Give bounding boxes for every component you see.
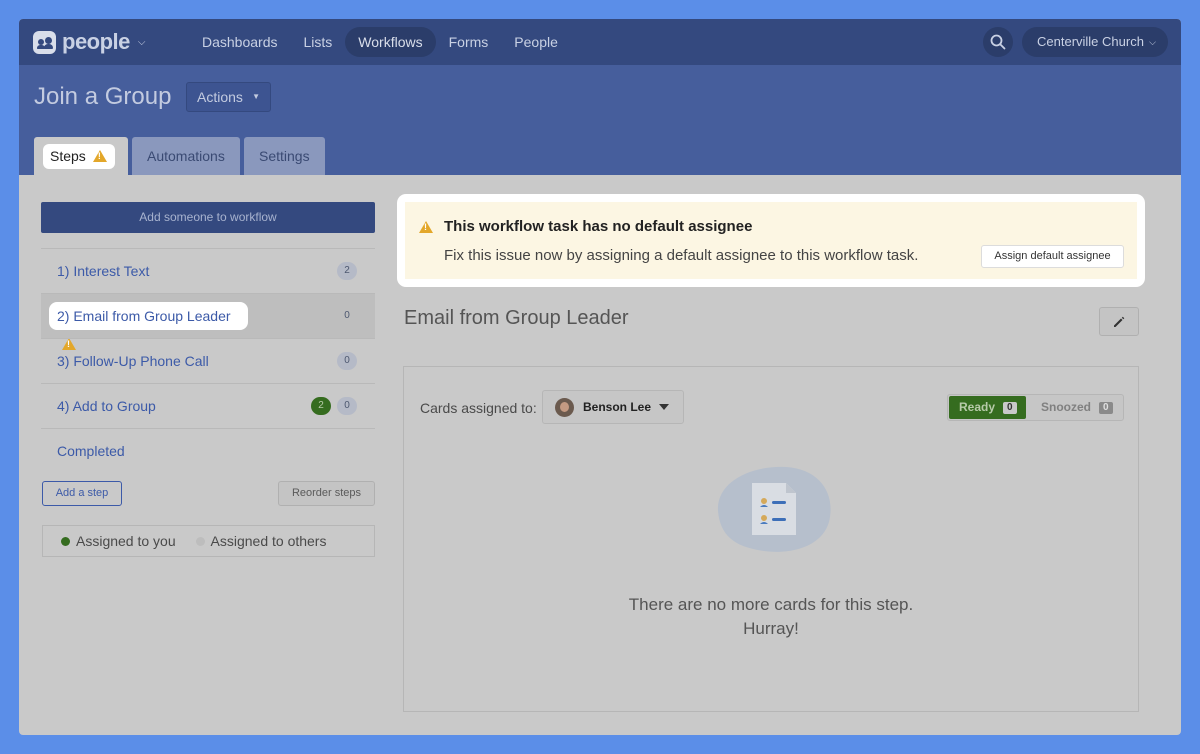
empty-cards-illustration	[717, 466, 831, 552]
empty-state-message: There are no more cards for this step. H…	[404, 593, 1138, 641]
warning-icon	[419, 221, 433, 233]
step-count-badge: 0	[337, 352, 357, 370]
step-label: 4) Add to Group	[57, 398, 156, 414]
empty-line-2: Hurray!	[743, 619, 799, 638]
org-name: Centerville Church	[1037, 34, 1144, 49]
steps-tab-highlight: Steps	[43, 144, 115, 169]
tab-settings[interactable]: Settings	[244, 137, 325, 175]
page-header: Join a Group Actions ▼ Steps Automations…	[19, 65, 1181, 175]
step-item-completed[interactable]: Completed	[41, 428, 375, 473]
add-step-button[interactable]: Add a step	[42, 481, 122, 506]
nav-people[interactable]: People	[501, 27, 571, 57]
actions-dropdown[interactable]: Actions ▼	[186, 82, 271, 112]
assignment-legend: Assigned to you Assigned to others	[42, 525, 375, 557]
ready-count: 0	[1003, 402, 1017, 414]
app-logo[interactable]: people ⌵	[33, 29, 146, 55]
page-title: Join a Group	[34, 83, 172, 110]
assigned-others-dot	[195, 537, 205, 546]
nav-links: Dashboards Lists Workflows Forms People	[189, 27, 571, 57]
step-label: 1) Interest Text	[57, 263, 150, 279]
reorder-steps-button[interactable]: Reorder steps	[278, 481, 375, 506]
ready-label: Ready	[959, 400, 996, 414]
app-window: people ⌵ Dashboards Lists Workflows Form…	[19, 19, 1181, 735]
alert-body: This workflow task has no default assign…	[405, 202, 1137, 279]
nav-dashboards[interactable]: Dashboards	[189, 27, 291, 57]
snoozed-count: 0	[1099, 402, 1113, 414]
step-title: Email from Group Leader	[404, 307, 629, 329]
ready-filter[interactable]: Ready 0	[949, 396, 1026, 419]
actions-label: Actions	[197, 89, 243, 105]
step-item-2[interactable]: 2) Email from Group Leader 0	[41, 293, 375, 350]
add-someone-button[interactable]: Add someone to workflow	[41, 202, 375, 233]
cards-assigned-label: Cards assigned to:	[420, 400, 537, 416]
people-logo-icon	[33, 30, 56, 54]
org-switcher[interactable]: Centerville Church ⌵	[1022, 27, 1168, 57]
snoozed-label: Snoozed	[1041, 400, 1091, 414]
top-nav: people ⌵ Dashboards Lists Workflows Form…	[19, 19, 1181, 65]
nav-lists[interactable]: Lists	[291, 27, 346, 57]
alert-title: This workflow task has no default assign…	[444, 218, 753, 235]
pencil-icon	[1114, 316, 1125, 327]
assignee-select[interactable]: Benson Lee	[542, 390, 684, 424]
assigned-you-dot	[61, 537, 70, 546]
no-assignee-alert: This workflow task has no default assign…	[397, 194, 1145, 287]
step-item-3[interactable]: 3) Follow-Up Phone Call 0	[41, 338, 375, 383]
legend-assigned-others: Assigned to others	[210, 533, 327, 549]
caret-down-icon	[659, 404, 669, 410]
assignee-name: Benson Lee	[583, 400, 652, 414]
search-button[interactable]	[983, 27, 1013, 57]
ready-count-badge: 2	[311, 397, 331, 415]
step-label: Completed	[57, 443, 125, 459]
search-icon	[990, 34, 1006, 50]
avatar	[555, 398, 574, 417]
nav-forms[interactable]: Forms	[436, 27, 502, 57]
selected-step-highlight: 2) Email from Group Leader	[49, 302, 248, 350]
step-item-4[interactable]: 4) Add to Group 2 0	[41, 383, 375, 428]
legend-assigned-you: Assigned to you	[76, 533, 176, 549]
snoozed-filter[interactable]: Snoozed 0	[1041, 396, 1113, 419]
caret-down-icon: ▼	[252, 92, 260, 101]
tab-steps[interactable]: Steps	[34, 137, 128, 175]
step-count-badge: 2	[337, 262, 357, 280]
chevron-down-icon[interactable]: ⌵	[138, 37, 146, 48]
alert-message: Fix this issue now by assigning a defaul…	[444, 247, 919, 264]
cards-panel: Cards assigned to: Benson Lee Ready 0 Sno…	[403, 366, 1139, 712]
tab-steps-label: Steps	[50, 148, 86, 164]
assign-default-assignee-button[interactable]: Assign default assignee	[981, 245, 1124, 268]
step-item-1[interactable]: 1) Interest Text 2	[41, 248, 375, 293]
edit-step-button[interactable]	[1099, 307, 1139, 336]
logo-text: people	[62, 29, 130, 54]
step-label: 2) Email from Group Leader	[57, 308, 231, 324]
tab-automations[interactable]: Automations	[132, 137, 240, 175]
step-count-badge: 0	[344, 310, 350, 321]
ready-snoozed-toggle: Ready 0 Snoozed 0	[947, 394, 1124, 421]
warning-icon	[92, 150, 107, 162]
empty-line-1: There are no more cards for this step.	[628, 595, 914, 614]
chevron-down-icon: ⌵	[1149, 37, 1156, 47]
step-count-badge: 0	[337, 397, 357, 415]
step-list: 1) Interest Text 2 2) Email from Group L…	[41, 248, 375, 473]
step-label: 3) Follow-Up Phone Call	[57, 353, 209, 369]
nav-workflows[interactable]: Workflows	[345, 27, 436, 57]
